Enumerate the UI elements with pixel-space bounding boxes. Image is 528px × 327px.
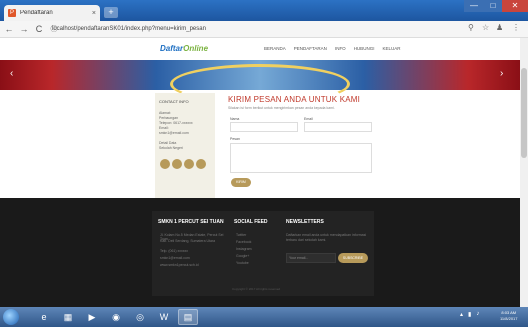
chrome-icon[interactable]: ◎ xyxy=(130,309,150,325)
footer-school-item[interactable]: smkn1@email.com xyxy=(160,256,190,260)
nav-item-info[interactable]: INFO xyxy=(335,46,346,51)
scrollbar-thumb[interactable] xyxy=(521,68,527,158)
footer-social-link[interactable]: Instagram xyxy=(236,247,252,251)
tab-close-icon[interactable]: × xyxy=(92,10,96,17)
copyright-text: Copyright © 2017 All rights reserved xyxy=(232,287,281,291)
browser-tab[interactable]: P Pendaftaran × xyxy=(4,5,100,21)
message-label: Pesan xyxy=(230,137,240,141)
windows-taskbar: e ▦ ▶ ◉ ◎ W ▤ ▴ ▮ ♪ 8:03 AM 11/8/2017 xyxy=(0,307,528,327)
newsletter-text: Daftarkan email anda untuk mendapatkan i… xyxy=(286,233,367,242)
contact-form: KIRIM PESAN ANDA UNTUK KAMI Silakan isi … xyxy=(228,95,378,187)
youtube-icon[interactable] xyxy=(196,159,206,169)
zoom-icon[interactable]: ⚲ xyxy=(468,23,474,32)
email-input[interactable] xyxy=(304,122,372,132)
send-button[interactable]: KIRIM xyxy=(231,178,251,187)
menu-kebab-icon[interactable]: ⋮ xyxy=(512,23,520,32)
firefox-icon[interactable]: ◉ xyxy=(106,309,126,325)
footer-social-link[interactable]: Facebook xyxy=(236,240,251,244)
taskbar-clock[interactable]: 8:03 AM 11/8/2017 xyxy=(500,310,518,322)
page-viewport: DaftarOnline BERANDA PENDAFTARAN INFO HU… xyxy=(0,38,520,307)
site-header: DaftarOnline BERANDA PENDAFTARAN INFO HU… xyxy=(0,38,520,60)
footer-school-item[interactable]: www.smkn1percut.sch.id xyxy=(160,263,199,267)
minimize-button[interactable]: — xyxy=(464,0,484,12)
media-player-icon[interactable]: ▶ xyxy=(82,309,102,325)
footer-panel: SMKN 1 PERCUT SEI TUAN Jl. Kolam No.5 Me… xyxy=(152,211,374,296)
reload-icon[interactable]: C xyxy=(33,24,45,34)
facebook-icon[interactable] xyxy=(160,159,170,169)
nav-item-pendaftaran[interactable]: PENDAFTARAN xyxy=(294,46,327,51)
main-nav: BERANDA PENDAFTARAN INFO HUBUNGI KELUAR xyxy=(264,46,400,51)
maximize-button[interactable]: □ xyxy=(484,0,502,12)
contact-card-title: CONTACT INFO xyxy=(159,99,189,104)
site-favicon-icon: P xyxy=(8,9,16,17)
network-icon[interactable]: ▮ xyxy=(468,311,471,318)
footer-social-link[interactable]: Twitter xyxy=(236,233,246,237)
name-input[interactable] xyxy=(230,122,298,132)
word-icon[interactable]: W xyxy=(154,309,174,325)
social-icons xyxy=(160,159,206,169)
site-footer: SMKN 1 PERCUT SEI TUAN Jl. Kolam No.5 Me… xyxy=(0,198,520,307)
site-logo[interactable]: DaftarOnline xyxy=(160,44,208,53)
ie-icon[interactable]: e xyxy=(34,309,54,325)
system-tray: ▴ ▮ ♪ xyxy=(460,311,479,318)
browser-window-icon[interactable]: ▤ xyxy=(178,309,198,325)
address-bar[interactable]: localhost/pendaftaranSK01/index.php?menu… xyxy=(52,24,472,35)
logo-main: Daftar xyxy=(160,44,184,53)
tab-title: Pendaftaran xyxy=(20,10,53,16)
clock-date: 11/8/2017 xyxy=(500,316,518,321)
hero-banner: ‹ › xyxy=(0,60,520,104)
start-orb-icon[interactable] xyxy=(3,309,19,325)
instagram-icon[interactable] xyxy=(184,159,194,169)
footer-social-link[interactable]: Google+ xyxy=(236,254,249,258)
nav-item-beranda[interactable]: BERANDA xyxy=(264,46,286,51)
footer-school-title: SMKN 1 PERCUT SEI TUAN xyxy=(158,219,224,225)
back-arrow-icon[interactable]: ← xyxy=(3,24,15,34)
browser-toolbar: ← → C ⓘ localhost/pendaftaranSK01/index.… xyxy=(0,21,528,38)
logo-accent: Online xyxy=(183,44,209,53)
browser-tabstrip: P Pendaftaran × + — □ ✕ xyxy=(0,0,528,21)
banner-prev-icon[interactable]: ‹ xyxy=(10,68,13,79)
footer-school-item: Kab. Deli Serdang, Sumatera Utara xyxy=(160,239,216,243)
footer-newsletter-title: NEWSLETTERS xyxy=(286,219,324,225)
footer-social-title: SOCIAL FEED xyxy=(234,219,268,225)
newsletter-email-input[interactable]: Your email... xyxy=(286,253,336,263)
close-window-button[interactable]: ✕ xyxy=(502,0,528,12)
subscribe-button[interactable]: SUBSCRIBE xyxy=(338,253,368,263)
volume-icon[interactable]: ♪ xyxy=(476,311,479,318)
name-label: Nama xyxy=(230,117,240,121)
tray-arrow-icon[interactable]: ▴ xyxy=(460,311,463,318)
email-label: Email xyxy=(304,117,313,121)
footer-school-item: Telp. (061) xxxxxx xyxy=(160,249,189,253)
message-textarea[interactable] xyxy=(230,143,372,173)
form-title: KIRIM PESAN ANDA UNTUK KAMI xyxy=(228,95,361,104)
nav-item-hubungi[interactable]: HUBUNGI xyxy=(354,46,375,51)
new-tab-button[interactable]: + xyxy=(104,7,118,18)
extension-icon[interactable]: ♟ xyxy=(496,23,503,32)
explorer-folder-icon[interactable]: ▦ xyxy=(58,309,78,325)
nav-item-keluar[interactable]: KELUAR xyxy=(382,46,400,51)
forward-arrow-icon[interactable]: → xyxy=(18,24,30,34)
twitter-icon[interactable] xyxy=(172,159,182,169)
footer-social-link[interactable]: Youtube xyxy=(236,261,249,265)
banner-next-icon[interactable]: › xyxy=(500,68,503,79)
detail-value: Sekolah Negeri xyxy=(159,146,183,150)
bookmark-star-icon[interactable]: ☆ xyxy=(482,23,489,32)
page-scrollbar[interactable] xyxy=(520,38,528,307)
form-subtitle: Silakan isi form berikut untuk mengirimk… xyxy=(228,106,335,110)
